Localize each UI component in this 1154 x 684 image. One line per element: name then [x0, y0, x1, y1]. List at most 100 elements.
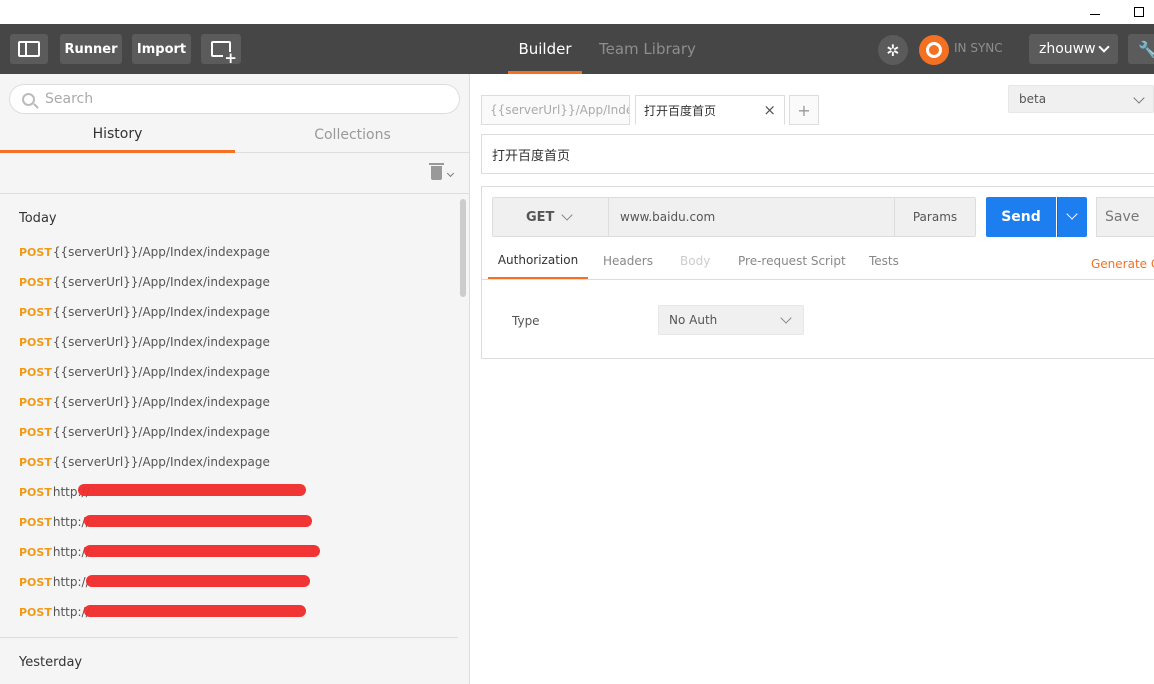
history-url: {{serverUrl}}/App/Index/indexpage: [52, 335, 270, 349]
history-item[interactable]: POST http://: [19, 542, 90, 562]
tab-authorization[interactable]: Authorization: [488, 243, 588, 279]
toggle-sidebar-button[interactable]: [10, 34, 48, 64]
runner-button[interactable]: Runner: [60, 34, 122, 64]
history-item[interactable]: POST {{serverUrl}}/App/Index/indexpage: [19, 242, 270, 262]
method-badge: POST: [19, 575, 52, 589]
tab-team-library[interactable]: Team Library: [599, 24, 696, 74]
method-badge: POST: [19, 365, 52, 379]
maximize-window-button[interactable]: [1116, 0, 1154, 24]
history-item[interactable]: POST {{serverUrl}}/App/Index/indexpage: [19, 302, 270, 322]
import-button[interactable]: Import: [132, 34, 191, 64]
chevron-down-icon: [1066, 208, 1078, 220]
method-badge: POST: [19, 545, 52, 559]
history-group-title: Today: [19, 211, 57, 226]
new-window-button[interactable]: [201, 34, 241, 64]
environment-select[interactable]: beta: [1008, 85, 1154, 113]
history-item[interactable]: POST http://: [19, 512, 90, 532]
generate-code-link[interactable]: Generate Code: [1091, 257, 1154, 271]
history-item[interactable]: POST {{serverUrl}}/App/Index/indexpage: [19, 272, 270, 292]
chevron-down-icon: [1133, 92, 1145, 104]
url-bar: GET www.baidu.com Params: [492, 197, 976, 237]
method-select[interactable]: GET: [493, 198, 609, 236]
top-toolbar: Runner Import Builder Team Library ✲ IN …: [0, 24, 1154, 74]
user-menu-button[interactable]: zhouww: [1029, 34, 1118, 64]
history-url: {{serverUrl}}/App/Index/indexpage: [52, 305, 270, 319]
history-url: {{serverUrl}}/App/Index/indexpage: [52, 245, 270, 259]
interceptor-icon[interactable]: ✲: [878, 35, 908, 65]
redaction-mark: [84, 515, 312, 527]
request-name[interactable]: 打开百度首页: [481, 134, 1154, 174]
history-url: {{serverUrl}}/App/Index/indexpage: [52, 395, 270, 409]
history-url: {{serverUrl}}/App/Index/indexpage: [52, 365, 270, 379]
send-dropdown-button[interactable]: [1057, 197, 1087, 237]
search-input[interactable]: [45, 91, 425, 107]
chevron-down-icon[interactable]: [446, 169, 455, 178]
window-titlebar: [0, 0, 1154, 24]
history-item[interactable]: POST {{serverUrl}}/App/Index/indexpage: [19, 422, 270, 442]
method-badge: POST: [19, 245, 52, 259]
environment-value: beta: [1019, 92, 1047, 106]
search-icon: [22, 92, 35, 106]
tab-body: Body: [680, 254, 711, 268]
tab-collections[interactable]: Collections: [235, 118, 470, 153]
send-button[interactable]: Send: [986, 197, 1056, 237]
tab-pre-request-script[interactable]: Pre-request Script: [738, 243, 846, 279]
history-item[interactable]: POST http://: [19, 572, 90, 592]
method-badge: POST: [19, 605, 52, 619]
redaction-mark: [86, 575, 310, 587]
save-button[interactable]: Save: [1096, 197, 1154, 237]
auth-type-label: Type: [512, 314, 540, 328]
history-item[interactable]: POST http://: [19, 602, 90, 622]
history-list: Today POST {{serverUrl}}/App/Index/indexp…: [0, 195, 470, 684]
trash-icon[interactable]: [429, 163, 444, 180]
sidebar: History Collections Today POST{{serverUr…: [0, 74, 470, 684]
new-window-icon: [211, 41, 238, 64]
method-value: GET: [526, 209, 555, 225]
sync-status: IN SYNC: [954, 41, 1003, 55]
tab-headers[interactable]: Headers: [603, 243, 653, 279]
redaction-mark: [84, 605, 306, 617]
params-button[interactable]: Params: [894, 198, 975, 236]
history-url: {{serverUrl}}/App/Index/indexpage: [52, 455, 270, 469]
url-input[interactable]: www.baidu.com: [610, 198, 894, 236]
chevron-down-icon: [1098, 41, 1110, 53]
minimize-icon: [1090, 13, 1100, 15]
scrollbar[interactable]: [460, 199, 466, 297]
method-badge: POST: [19, 485, 52, 499]
history-item[interactable]: POST {{serverUrl}}/App/Index/indexpage: [19, 362, 270, 382]
group-divider: [0, 637, 458, 638]
method-badge: POST: [19, 305, 52, 319]
request-tab[interactable]: {{serverUrl}}/App/Index/indexpage: [481, 95, 630, 125]
sync-icon[interactable]: [919, 35, 949, 65]
auth-type-select[interactable]: No Auth: [658, 305, 804, 335]
sidebar-icon: [18, 41, 40, 57]
divider: [482, 279, 1154, 280]
method-badge: POST: [19, 275, 52, 289]
request-tab-active[interactable]: 打开百度首页 ×: [635, 95, 785, 125]
method-badge: POST: [19, 515, 52, 529]
close-icon[interactable]: ×: [763, 101, 776, 119]
history-url: {{serverUrl}}/App/Index/indexpage: [52, 425, 270, 439]
request-panel: GET www.baidu.com Params Send Save Autho…: [481, 186, 1154, 359]
settings-button[interactable]: 🔧: [1128, 34, 1154, 64]
method-badge: POST: [19, 455, 52, 469]
tab-tests[interactable]: Tests: [869, 243, 899, 279]
history-url: http://: [52, 575, 90, 589]
minimize-window-button[interactable]: [1072, 0, 1118, 24]
chevron-down-icon: [561, 209, 573, 221]
method-badge: POST: [19, 335, 52, 349]
method-badge: POST: [19, 425, 52, 439]
tab-builder[interactable]: Builder: [508, 24, 582, 74]
history-item[interactable]: POST {{serverUrl}}/App/Index/indexpage: [19, 392, 270, 412]
search-box[interactable]: [9, 84, 460, 114]
redaction-mark: [84, 545, 320, 557]
plus-icon: +: [797, 100, 811, 120]
history-item[interactable]: POST {{serverUrl}}/App/Index/indexpage: [19, 332, 270, 352]
auth-type-value: No Auth: [669, 313, 718, 327]
add-tab-button[interactable]: +: [789, 95, 819, 125]
history-group-title: Yesterday: [19, 655, 83, 670]
tab-history[interactable]: History: [0, 118, 235, 153]
maximize-icon: [1134, 7, 1144, 17]
redaction-mark: [78, 484, 306, 496]
history-item[interactable]: POST {{serverUrl}}/App/Index/indexpage: [19, 452, 270, 472]
